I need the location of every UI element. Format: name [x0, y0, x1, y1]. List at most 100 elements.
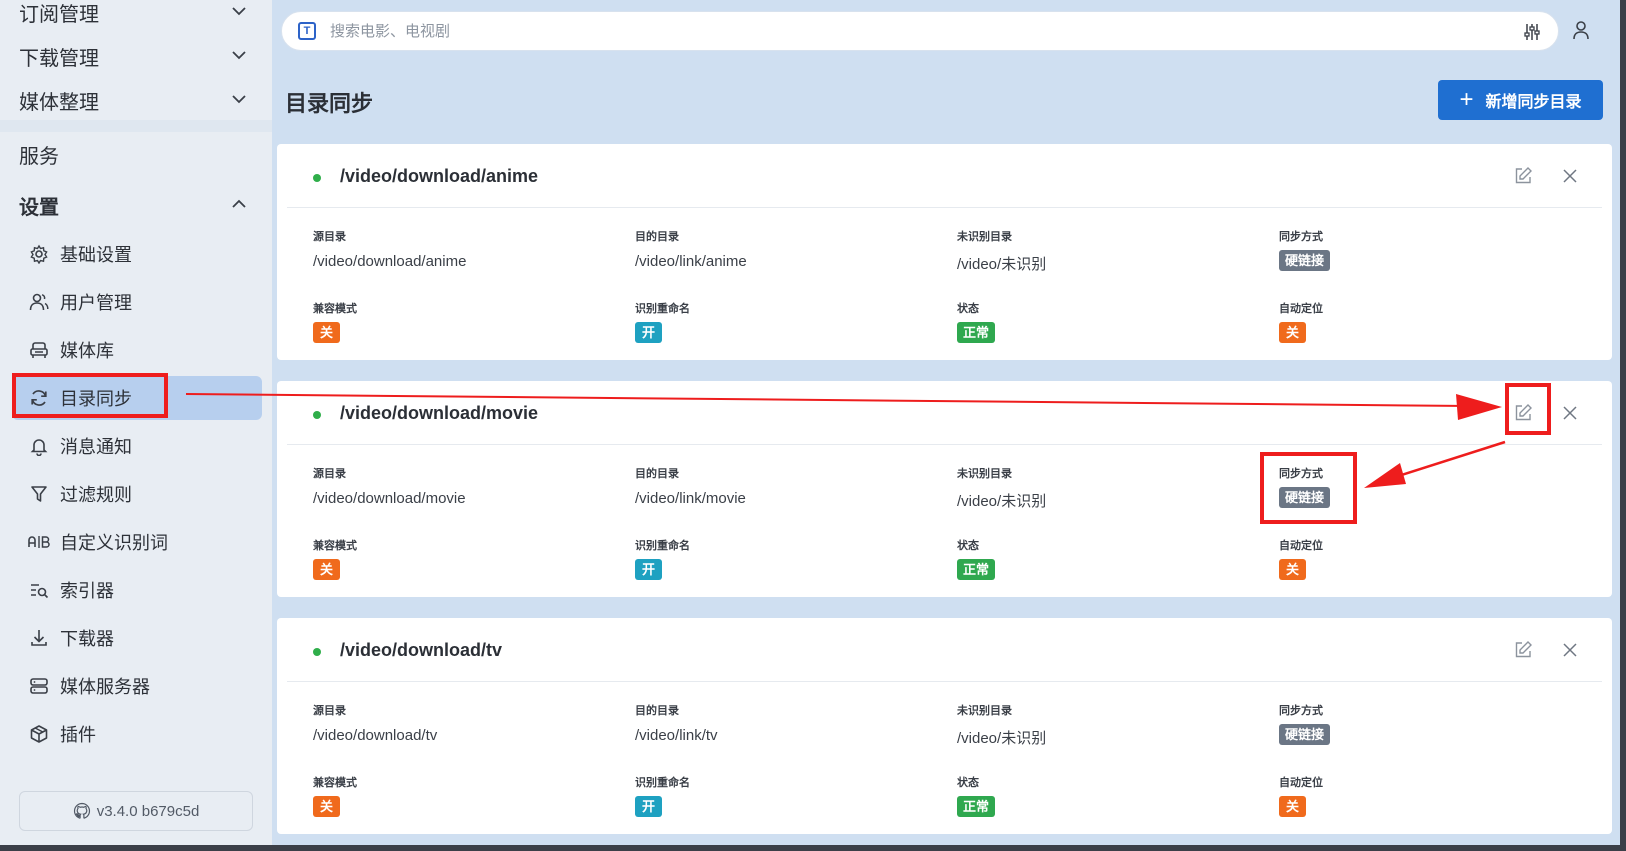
field-label: 识别重命名 — [635, 303, 690, 315]
card-divider — [287, 444, 1602, 445]
field-label: 未识别目录 — [957, 705, 1012, 717]
field-label: 兼容模式 — [313, 540, 357, 552]
sidebar-item-label: 过滤规则 — [60, 485, 132, 505]
field-source: 源目录/video/download/movie — [313, 465, 466, 507]
field-label: 目的目录 — [635, 705, 679, 717]
field-value: /video/download/tv — [313, 727, 438, 744]
compat-mode-badge: 关 — [313, 559, 341, 580]
menu-downloads-label: 下载管理 — [19, 47, 99, 70]
edit-icon[interactable] — [1513, 640, 1533, 660]
field-value: /video/link/movie — [635, 490, 746, 507]
edit-icon[interactable] — [1513, 166, 1533, 186]
sidebar-item-label: 媒体库 — [60, 341, 114, 361]
field-dest: 目的目录/video/link/movie — [635, 465, 746, 507]
bell-icon — [28, 435, 50, 457]
field-compat-mode: 兼容模式关 — [313, 300, 357, 343]
sidebar-item-notifications[interactable]: 消息通知 — [12, 424, 262, 468]
field-label: 未识别目录 — [957, 231, 1012, 243]
close-icon[interactable] — [1562, 642, 1578, 658]
auto-locate-badge: 关 — [1279, 796, 1307, 817]
chevron-down-icon — [232, 95, 246, 104]
field-label: 目的目录 — [635, 468, 679, 480]
card-divider — [287, 207, 1602, 208]
menu-subscription-label: 订阅管理 — [19, 3, 99, 26]
field-source: 源目录/video/download/anime — [313, 228, 466, 270]
sidebar-item-label: 基础设置 — [60, 245, 132, 265]
field-label: 同步方式 — [1279, 705, 1323, 717]
sync-mode-badge: 硬链接 — [1279, 724, 1331, 745]
menu-services[interactable]: 服务 — [0, 132, 272, 176]
close-icon[interactable] — [1562, 168, 1578, 184]
sidebar-item-plugins[interactable]: 插件 — [12, 712, 262, 756]
field-label: 状态 — [957, 303, 979, 315]
sliders-icon[interactable] — [1522, 22, 1542, 42]
field-value: /video/download/movie — [313, 490, 466, 507]
sidebar-item-media-servers[interactable]: 媒体服务器 — [12, 664, 262, 708]
sidebar-item-basic-settings[interactable]: 基础设置 — [12, 232, 262, 276]
annotation-highlight-sync-mode — [1260, 452, 1357, 524]
field-label: 源目录 — [313, 705, 346, 717]
chevron-up-icon — [232, 199, 246, 208]
filter-icon — [28, 483, 50, 505]
field-label: 未识别目录 — [957, 468, 1012, 480]
field-value: /video/未识别 — [957, 493, 1047, 510]
sidebar-item-custom-words[interactable]: 自定义识别词 — [12, 520, 262, 564]
field-dest: 目的目录/video/link/anime — [635, 228, 747, 270]
menu-settings[interactable]: 设置 — [0, 183, 272, 227]
sidebar-item-user-management[interactable]: 用户管理 — [12, 280, 262, 324]
add-sync-directory-button[interactable]: + 新增同步目录 — [1438, 80, 1603, 120]
search-bar[interactable]: T — [281, 11, 1559, 51]
menu-subscription[interactable]: 订阅管理 — [0, 0, 272, 34]
field-value: /video/link/anime — [635, 253, 747, 270]
download-icon — [28, 627, 50, 649]
server-icon — [28, 675, 50, 697]
field-compat-mode: 兼容模式关 — [313, 537, 357, 580]
chevron-down-icon — [232, 7, 246, 16]
sidebar-item-label: 下载器 — [60, 629, 114, 649]
gear-icon — [28, 243, 50, 265]
field-value: /video/未识别 — [957, 256, 1047, 273]
close-icon[interactable] — [1562, 405, 1578, 421]
ab-icon — [28, 531, 50, 553]
sync-card: /video/download/tv 源目录/video/download/tv… — [277, 618, 1612, 834]
page-title: 目录同步 — [285, 91, 374, 116]
sidebar-item-media-library[interactable]: 媒体库 — [12, 328, 262, 372]
version-badge[interactable]: v3.4.0 b679c5d — [19, 791, 253, 831]
menu-media-organize[interactable]: 媒体整理 — [0, 78, 272, 122]
sync-card: /video/download/anime 源目录/video/download… — [277, 144, 1612, 360]
field-label: 兼容模式 — [313, 777, 357, 789]
sidebar-item-filter-rules[interactable]: 过滤规则 — [12, 472, 262, 516]
cube-icon — [28, 723, 50, 745]
field-label: 状态 — [957, 540, 979, 552]
sidebar-divider — [0, 120, 272, 132]
annotation-highlight-edit — [1505, 383, 1551, 435]
sidebar-item-downloaders[interactable]: 下载器 — [12, 616, 262, 660]
github-icon — [73, 802, 90, 819]
sidebar: 订阅管理 下载管理 媒体整理 服务 设置 基础设置 用户管理 媒体库 目录同步 … — [0, 0, 272, 851]
status-badge: 正常 — [957, 559, 996, 580]
field-label: 自动定位 — [1279, 540, 1323, 552]
field-label: 兼容模式 — [313, 303, 357, 315]
field-label: 自动定位 — [1279, 777, 1323, 789]
user-avatar-icon[interactable] — [1572, 20, 1590, 40]
menu-downloads[interactable]: 下载管理 — [0, 34, 272, 78]
field-value: /video/download/anime — [313, 253, 467, 270]
card-title: /video/download/tv — [340, 640, 503, 660]
status-dot — [313, 411, 321, 419]
search-input[interactable] — [330, 22, 1430, 40]
card-title: /video/download/anime — [340, 166, 539, 186]
field-dest: 目的目录/video/link/tv — [635, 702, 718, 744]
list-search-icon — [28, 579, 50, 601]
chevron-down-icon — [232, 51, 246, 60]
sidebar-item-label: 插件 — [60, 725, 96, 745]
card-title: /video/download/movie — [340, 403, 539, 423]
sidebar-item-indexers[interactable]: 索引器 — [12, 568, 262, 612]
compat-mode-badge: 关 — [313, 796, 341, 817]
auto-locate-badge: 关 — [1279, 559, 1307, 580]
field-label: 识别重命名 — [635, 540, 690, 552]
field-unrecognized: 未识别目录/video/未识别 — [957, 228, 1046, 274]
sidebar-item-label: 媒体服务器 — [60, 677, 150, 697]
status-badge: 正常 — [957, 796, 996, 817]
annotation-highlight-sidebar — [12, 373, 168, 418]
field-compat-mode: 兼容模式关 — [313, 774, 357, 817]
